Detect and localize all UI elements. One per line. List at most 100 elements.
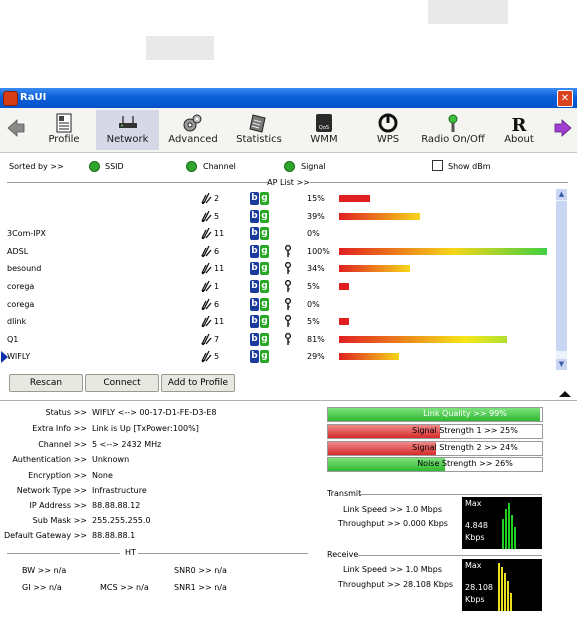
advanced-icon (183, 114, 202, 132)
scroll-thumb[interactable] (556, 201, 567, 351)
ap-list-row[interactable]: Q1 7 b g 81% (7, 332, 555, 350)
signal-strength-1-text: Signal Strength 1 >> 25% (412, 426, 518, 435)
sub-mask-value: 255.255.255.0 (92, 516, 151, 525)
channel-icon (201, 315, 212, 328)
ap-list-row[interactable]: besound 11 b g 34% (7, 261, 555, 279)
receive-throughput: Throughput >> 28.108 Kbps (338, 580, 454, 589)
mode-b-badge: b (250, 315, 259, 329)
tab-wps[interactable]: WPS (366, 110, 410, 150)
mode-g-badge: g (260, 350, 269, 364)
scroll-down-button[interactable]: ▼ (556, 359, 567, 370)
raui-window: RaUI ✕ Profile Network Advanced Statisti… (0, 88, 577, 623)
security-key-icon (284, 315, 292, 328)
authentication-value: Unknown (92, 455, 130, 464)
ap-signal-bar (339, 212, 420, 220)
receive-graph: Max 28.108 Kbps (462, 559, 542, 611)
radio-icon (448, 114, 458, 132)
ap-ssid: dlink (7, 317, 27, 327)
back-arrow-icon[interactable] (6, 118, 26, 138)
connect-button[interactable]: Connect (85, 374, 159, 392)
tab-wmm[interactable]: QoS WMM (302, 110, 346, 150)
tab-profile[interactable]: Profile (44, 110, 84, 150)
ap-list-row[interactable]: WIFLY 5 b g 29% (1, 349, 555, 367)
forward-arrow-icon[interactable] (553, 118, 573, 138)
mode-g-badge: g (260, 192, 269, 205)
ap-signal-percent: 5% (307, 317, 320, 327)
ht-title: HT (125, 548, 136, 557)
ap-channel: 5 (214, 352, 220, 362)
security-key-icon (284, 280, 292, 292)
ht-snr0: SNR0 >> n/a (174, 566, 227, 575)
ap-signal-bar (339, 195, 370, 202)
tab-advanced[interactable]: Advanced (166, 110, 220, 150)
ap-list-row[interactable]: 2 b g 15% (7, 191, 555, 209)
mode-g-badge: g (260, 332, 269, 346)
ap-ssid: ADSL (7, 246, 29, 256)
ap-channel: 6 (214, 299, 220, 309)
profile-icon (56, 113, 72, 133)
tab-about-label: About (504, 134, 534, 145)
status-label: Status >> (45, 408, 87, 417)
ip-address-label: IP Address >> (29, 501, 87, 510)
encryption-label: Encryption >> (28, 471, 87, 480)
tab-network[interactable]: Network (96, 110, 159, 150)
close-button[interactable]: ✕ (557, 90, 573, 107)
ap-list-row[interactable]: 5 b g 39% (7, 209, 555, 227)
scroll-up-button[interactable]: ▲ (556, 189, 567, 200)
window-title: RaUI (20, 92, 47, 103)
sort-ssid-radio[interactable] (89, 161, 100, 172)
mode-b-badge: b (250, 280, 259, 293)
show-dbm-checkbox[interactable] (432, 160, 443, 171)
mode-b-badge: b (250, 192, 259, 205)
mode-g-badge: g (260, 280, 269, 293)
ht-divider-right (138, 553, 308, 554)
ap-list-row[interactable]: 3Com-IPX 11 b g 0% (7, 226, 555, 244)
tab-radio-on-off[interactable]: Radio On/Off (420, 110, 486, 150)
tab-wmm-label: WMM (310, 134, 338, 145)
ap-list-row[interactable]: corega 1 b g 5% (7, 279, 555, 297)
mode-b-badge: b (250, 262, 259, 276)
ap-signal-bar (339, 247, 547, 255)
sort-signal-radio[interactable] (284, 161, 295, 172)
ap-list-row[interactable]: dlink 11 b g 5% (7, 314, 555, 332)
channel-icon (201, 280, 212, 293)
ap-signal-percent: 29% (307, 352, 325, 362)
statistics-icon (249, 114, 266, 133)
ap-channel: 11 (214, 317, 225, 327)
transmit-link-speed: Link Speed >> 1.0 Mbps (343, 505, 442, 514)
sort-channel-radio[interactable] (186, 161, 197, 172)
tab-statistics[interactable]: Statistics (232, 110, 286, 150)
status-row: Status >> (0, 408, 87, 420)
ht-snr1: SNR1 >> n/a (174, 583, 227, 592)
ht-bw: BW >> n/a (22, 566, 67, 575)
tab-network-label: Network (106, 134, 149, 145)
ap-list-scrollbar[interactable]: ▲ ▼ (556, 189, 567, 370)
channel-row: Channel >> (0, 440, 87, 452)
rescan-button[interactable]: Rescan (9, 374, 83, 392)
tab-wps-label: WPS (376, 134, 400, 145)
mode-b-badge: b (250, 209, 259, 223)
ap-signal-bar (339, 318, 349, 326)
tab-about[interactable]: R About (500, 110, 538, 150)
collapse-arrow-icon[interactable] (559, 391, 571, 397)
extra-info-label: Extra Info >> (32, 424, 87, 433)
ap-ssid: WIFLY (7, 352, 31, 362)
ap-signal-percent: 0% (307, 299, 320, 309)
ap-list-row[interactable]: corega 6 b g 0% (7, 297, 555, 315)
encryption-value: None (92, 471, 113, 480)
channel-icon (201, 227, 212, 240)
ap-ssid: corega (7, 299, 35, 309)
channel-icon (201, 210, 212, 222)
ht-gi: GI >> n/a (22, 583, 62, 592)
mode-b-badge: b (250, 227, 259, 241)
ap-signal-percent: 15% (307, 194, 325, 203)
noise-strength-bar: Noise Strength >> 26% (327, 457, 543, 472)
add-to-profile-button[interactable]: Add to Profile (161, 374, 235, 392)
sorted-by-label: Sorted by >> (9, 162, 64, 171)
network-icon (118, 116, 137, 128)
document-highlight-box-2 (146, 36, 214, 60)
wps-icon (378, 113, 398, 133)
mode-g-badge: g (260, 297, 269, 311)
ap-list-row[interactable]: ADSL 6 b g 100% (7, 244, 555, 262)
ap-channel: 2 (214, 194, 220, 203)
